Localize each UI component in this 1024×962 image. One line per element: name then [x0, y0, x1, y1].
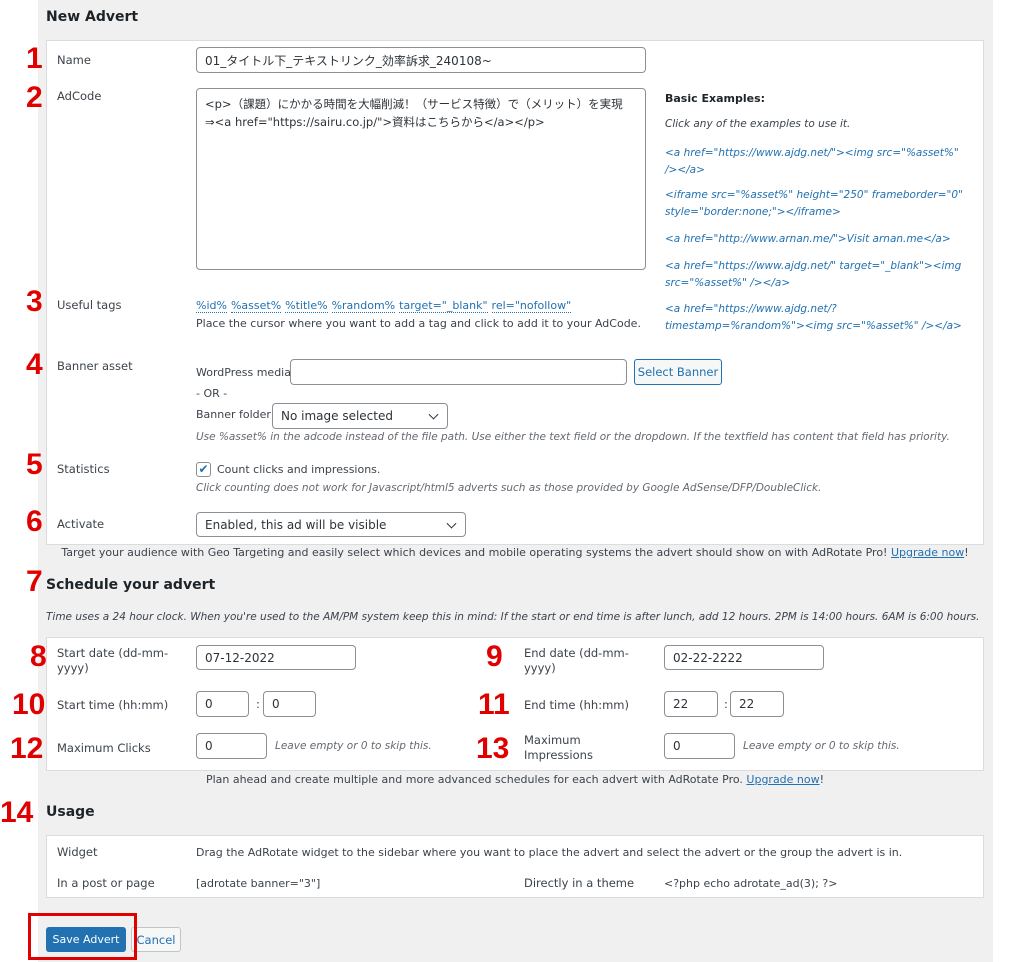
- annotation-number: 2: [26, 81, 43, 114]
- tag-target[interactable]: target="_blank": [399, 299, 488, 313]
- examples-title: Basic Examples:: [665, 92, 766, 105]
- tags-help: Place the cursor where you want to add a…: [196, 317, 641, 330]
- time-colon: :: [256, 697, 260, 711]
- widget-label: Widget: [57, 845, 98, 859]
- banner-asset-label: Banner asset: [57, 359, 133, 373]
- or-separator: - OR -: [196, 387, 228, 400]
- example-link[interactable]: <a href="https://www.ajdg.net/"><img src…: [665, 145, 965, 179]
- activate-select[interactable]: Enabled, this ad will be visible: [196, 512, 466, 537]
- annotation-number: 7: [26, 565, 43, 598]
- end-date-input[interactable]: 02-22-2222: [664, 645, 824, 670]
- widget-text: Drag the AdRotate widget to the sidebar …: [196, 846, 903, 859]
- geo-promo-text: Target your audience with Geo Targeting …: [61, 546, 888, 559]
- annotation-number: 11: [478, 688, 510, 721]
- adcode-label: AdCode: [57, 89, 102, 103]
- tag-asset[interactable]: %asset%: [230, 299, 282, 313]
- annotation-number: 3: [26, 285, 43, 318]
- usage-panel: [46, 835, 984, 898]
- tag-nofollow[interactable]: rel="nofollow": [491, 299, 572, 313]
- annotation-number: 6: [26, 505, 43, 538]
- max-clicks-note: Leave empty or 0 to skip this.: [275, 740, 432, 752]
- highlight-box: [28, 913, 137, 960]
- promo-end: !: [964, 546, 969, 559]
- section-title-new-advert: New Advert: [46, 9, 139, 25]
- chevron-down-icon: [428, 409, 439, 420]
- max-impressions-note: Leave empty or 0 to skip this.: [743, 740, 900, 752]
- end-date-label: End date (dd-mm-yyyy): [524, 646, 629, 675]
- annotation-number: 10: [12, 688, 46, 721]
- annotation-number: 1: [26, 42, 43, 75]
- example-link[interactable]: <a href="http://www.arnan.me/">Visit arn…: [665, 231, 965, 248]
- statistics-check-label: Count clicks and impressions.: [217, 463, 381, 476]
- banner-folder-label: Banner folder:: [196, 408, 275, 421]
- start-time-label: Start time (hh:mm): [57, 698, 169, 712]
- annotation-number: 9: [486, 640, 503, 673]
- schedule-promo: Plan ahead and create multiple and more …: [46, 773, 984, 786]
- upgrade-link[interactable]: Upgrade now: [891, 546, 964, 559]
- end-minute-input[interactable]: 22: [730, 691, 784, 717]
- start-minute-input[interactable]: 0: [263, 691, 316, 717]
- chevron-down-icon: [446, 518, 457, 529]
- statistics-label: Statistics: [57, 462, 110, 476]
- section-title-usage: Usage: [46, 804, 95, 820]
- start-date-label: Start date (dd-mm-yyyy): [57, 646, 169, 675]
- tag-title[interactable]: %title%: [285, 299, 328, 313]
- time-colon: :: [724, 697, 728, 711]
- schedule-help: Time uses a 24 hour clock. When you're u…: [46, 611, 980, 623]
- annotation-number: 12: [10, 732, 44, 765]
- activate-label: Activate: [57, 517, 105, 531]
- upgrade-link[interactable]: Upgrade now: [746, 773, 819, 786]
- tag-random[interactable]: %random%: [331, 299, 396, 313]
- wp-media-label: WordPress media:: [196, 366, 295, 379]
- statistics-help: Click counting does not work for Javascr…: [196, 482, 822, 494]
- theme-label: Directly in a theme: [524, 876, 635, 890]
- select-banner-button[interactable]: Select Banner: [634, 359, 722, 385]
- end-hour-input[interactable]: 22: [664, 691, 718, 717]
- name-label: Name: [57, 53, 91, 67]
- promo-end: !: [819, 773, 825, 786]
- useful-tags-label: Useful tags: [57, 298, 122, 312]
- theme-code: <?php echo adrotate_ad(3); ?>: [664, 877, 838, 890]
- banner-folder-value: No image selected: [281, 409, 393, 423]
- examples-hint: Click any of the examples to use it.: [665, 118, 851, 130]
- start-hour-input[interactable]: 0: [196, 691, 249, 717]
- banner-help: Use %asset% in the adcode instead of the…: [196, 431, 950, 443]
- name-input[interactable]: 01_タイトル下_テキストリンク_効率訴求_240108~: [196, 47, 646, 73]
- annotation-number: 14: [0, 796, 34, 829]
- tag-id[interactable]: %id%: [196, 299, 227, 313]
- max-clicks-input[interactable]: 0: [196, 733, 267, 759]
- start-date-input[interactable]: 07-12-2022: [196, 645, 356, 670]
- example-link[interactable]: <iframe src="%asset%" height="250" frame…: [665, 187, 965, 221]
- max-impressions-input[interactable]: 0: [664, 733, 735, 759]
- max-clicks-label: Maximum Clicks: [57, 741, 151, 755]
- annotation-number: 5: [26, 448, 43, 481]
- example-link[interactable]: <a href="https://www.ajdg.net/" target="…: [665, 258, 965, 292]
- section-title-schedule: Schedule your advert: [46, 577, 216, 593]
- banner-folder-select[interactable]: No image selected: [272, 403, 448, 429]
- statistics-checkbox[interactable]: ✔: [196, 462, 211, 477]
- post-shortcode: [adrotate banner="3"]: [196, 877, 321, 890]
- example-link[interactable]: <a href="https://www.ajdg.net/?timestamp…: [665, 301, 965, 335]
- end-time-label: End time (hh:mm): [524, 698, 629, 712]
- post-label: In a post or page: [57, 876, 155, 890]
- max-impressions-label: Maximum Impressions: [524, 733, 593, 762]
- geo-promo: Target your audience with Geo Targeting …: [46, 546, 984, 559]
- wp-media-input[interactable]: [290, 359, 627, 385]
- annotation-number: 13: [476, 732, 510, 765]
- annotation-number: 8: [30, 640, 47, 673]
- adcode-textarea[interactable]: <p>（課題）にかかる時間を大幅削減！（サービス特徴）で（メリット）を実現⇒<a…: [196, 88, 646, 270]
- cancel-button[interactable]: Cancel: [131, 927, 181, 952]
- annotation-number: 4: [26, 348, 43, 381]
- activate-value: Enabled, this ad will be visible: [205, 517, 387, 532]
- schedule-promo-text: Plan ahead and create multiple and more …: [205, 773, 743, 786]
